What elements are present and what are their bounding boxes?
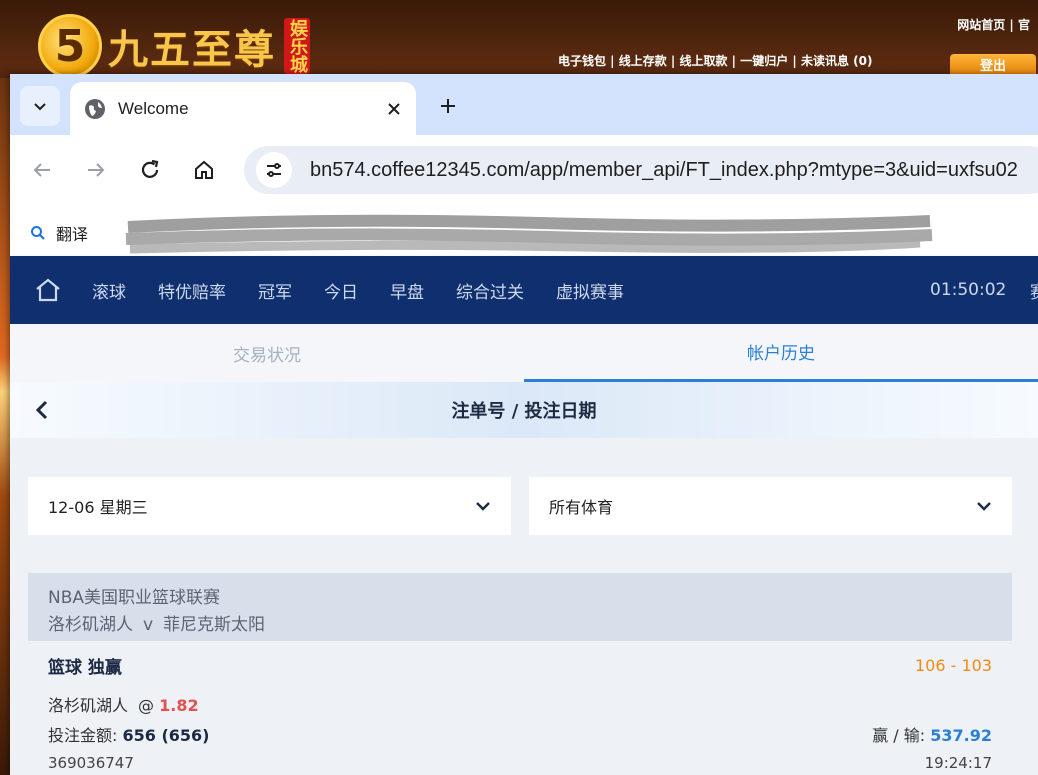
tab-transaction-status[interactable]: 交易状况 (10, 324, 524, 382)
logo-mark-icon: 5 (38, 14, 102, 78)
logo-text: 九五至尊 (108, 26, 276, 73)
plus-icon (441, 99, 455, 113)
url-text: bn574.coffee12345.com/app/member_api/FT_… (310, 158, 1018, 181)
home-button[interactable] (186, 152, 222, 188)
back-nav-button[interactable] (24, 152, 60, 188)
sportsbook-page: 滚球 特优赔率 冠军 今日 早盘 综合过关 虚拟赛事 01:50:02 赛 交易… (10, 256, 1038, 775)
league-name: NBA美国职业篮球联赛 (48, 588, 221, 608)
bet-record: 篮球 独赢 106 - 103 洛杉矶湖人 @ 1.82 投注金额: 656 (6… (28, 641, 1012, 775)
tune-icon (267, 163, 281, 177)
home-team: 洛杉矶湖人 (48, 615, 133, 635)
stake-value: 656 (656) (122, 726, 210, 745)
bet-id: 369036747 (48, 754, 134, 772)
decorative-strip (0, 78, 10, 775)
odds-value: 1.82 (159, 696, 199, 715)
tab-search-button[interactable] (20, 86, 60, 126)
bookmarks-bar: 翻译 (10, 205, 1038, 261)
site-nav-links[interactable]: 电子钱包 | 线上存款 | 线上取款 | 一键归户 | 未读讯息 (0) (558, 52, 872, 69)
date-select-value: 12-06 星期三 (48, 498, 148, 517)
bookmark-label: 翻译 (56, 225, 89, 244)
search-icon (31, 226, 45, 240)
forward-nav-button[interactable] (78, 152, 114, 188)
win-loss-value: 537.92 (930, 726, 992, 745)
nav-home-button[interactable] (30, 272, 66, 308)
tab-title: Welcome (118, 98, 189, 118)
casino-logo: 5 九五至尊 娱乐城 (38, 14, 310, 78)
stake: 投注金额: 656 (656) (48, 722, 210, 746)
tab-account-history[interactable]: 帐户历史 (524, 324, 1038, 382)
reload-button[interactable] (132, 152, 168, 188)
nav-item-live[interactable]: 滚球 (76, 278, 142, 303)
nav-item-outright[interactable]: 冠军 (242, 278, 308, 303)
page-title: 注单号 / 投注日期 (451, 401, 597, 422)
nav-item-special-odds[interactable]: 特优赔率 (142, 278, 242, 303)
match-teams: 洛杉矶湖人 v 菲尼克斯太阳 (48, 610, 992, 635)
bookmark-translate[interactable]: 翻译 (30, 221, 88, 245)
arrow-left-icon (33, 163, 50, 177)
redaction-scribble (125, 214, 933, 254)
nav-item-today[interactable]: 今日 (308, 278, 374, 303)
bet-time: 19:24:17 (924, 754, 992, 772)
tab-welcome[interactable]: Welcome (70, 82, 416, 135)
win-loss: 赢 / 输: 537.92 (872, 722, 992, 746)
top-nav: 滚球 特优赔率 冠军 今日 早盘 综合过关 虚拟赛事 01:50:02 赛 (10, 256, 1038, 324)
title-bar: 注单号 / 投注日期 (10, 382, 1038, 438)
odds-at: @ (138, 696, 155, 715)
bet-pick: 洛杉矶湖人 @ 1.82 (48, 692, 992, 716)
chevron-left-icon (35, 400, 48, 420)
sub-tabs: 交易状况 帐户历史 (10, 324, 1038, 382)
filters: 12-06 星期三 所有体育 (28, 477, 1012, 535)
sport-select[interactable]: 所有体育 (529, 477, 1012, 535)
win-loss-label: 赢 / 输: (872, 726, 926, 745)
nav-item-virtual[interactable]: 虚拟赛事 (540, 278, 640, 303)
site-top-links[interactable]: 网站首页 | 官 (957, 16, 1030, 33)
final-score: 106 - 103 (914, 656, 992, 675)
arrow-right-icon (88, 163, 105, 177)
nav-item-more[interactable]: 赛 (1030, 278, 1038, 303)
tab-close-button[interactable] (376, 91, 412, 127)
home-icon (195, 160, 213, 179)
browser-toolbar: bn574.coffee12345.com/app/member_api/FT_… (10, 135, 1038, 205)
sport-select-value: 所有体育 (549, 498, 614, 517)
browser-window: Welcome bn574.coffee12345.com/app/member… (10, 74, 1038, 775)
stake-label: 投注金额: (48, 726, 118, 745)
new-tab-button[interactable] (430, 88, 466, 124)
chevron-down-icon (977, 502, 991, 511)
league-header: NBA美国职业篮球联赛 洛杉矶湖人 v 菲尼克斯太阳 (28, 573, 1012, 641)
address-bar[interactable]: bn574.coffee12345.com/app/member_api/FT_… (244, 146, 1038, 194)
chevron-down-icon (476, 502, 490, 511)
chevron-down-icon (34, 103, 46, 111)
close-icon (388, 102, 400, 115)
back-button[interactable] (24, 392, 60, 428)
nav-item-early[interactable]: 早盘 (374, 278, 440, 303)
clock: 01:50:02 (930, 280, 1007, 300)
bet-type: 篮球 独赢 (48, 658, 122, 678)
home-icon (36, 278, 60, 302)
away-team: 菲尼克斯太阳 (163, 615, 266, 635)
tab-strip: Welcome (10, 74, 1038, 135)
globe-icon (85, 98, 105, 119)
reload-icon (141, 159, 159, 178)
nav-item-parlay[interactable]: 综合过关 (440, 278, 540, 303)
pick-team: 洛杉矶湖人 (48, 696, 129, 715)
vs-label: v (143, 615, 154, 635)
site-info-button[interactable] (256, 152, 292, 188)
date-select[interactable]: 12-06 星期三 (28, 477, 511, 535)
logo-badge: 娱乐城 (284, 18, 310, 74)
